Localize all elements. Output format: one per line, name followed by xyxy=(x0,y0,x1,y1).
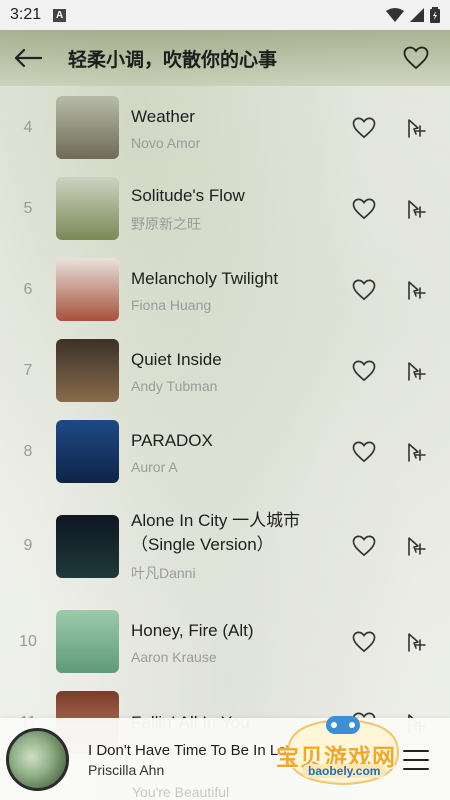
add-to-queue-button[interactable] xyxy=(402,195,430,223)
song-info: Honey, Fire (Alt) Aaron Krause xyxy=(131,619,351,665)
song-cover xyxy=(56,96,119,159)
add-to-queue-button[interactable] xyxy=(402,114,430,142)
song-cover xyxy=(56,258,119,321)
battery-icon xyxy=(430,7,440,23)
page-title: 轻柔小调，吹散你的心事 xyxy=(68,48,278,71)
song-artist: Novo Amor xyxy=(131,134,201,151)
now-playing-cover[interactable] xyxy=(6,728,69,791)
add-to-queue-button[interactable] xyxy=(402,438,430,466)
song-row[interactable]: 10 Honey, Fire (Alt) Aaron Krause xyxy=(0,610,450,673)
like-song-button[interactable] xyxy=(350,357,378,385)
song-cover xyxy=(56,420,119,483)
arrow-left-icon xyxy=(14,48,42,68)
like-song-button[interactable] xyxy=(350,532,378,560)
like-song-button[interactable] xyxy=(350,195,378,223)
song-index: 6 xyxy=(23,280,33,298)
song-title: Solitude's Flow xyxy=(131,185,245,205)
song-row[interactable]: 4 Weather Novo Amor xyxy=(0,96,450,159)
song-actions xyxy=(350,114,430,142)
song-info: Melancholy Twilight Fiona Huang xyxy=(131,267,351,313)
now-playing-artist: Priscilla Ahn xyxy=(88,762,165,778)
heart-icon xyxy=(352,279,376,300)
song-actions xyxy=(350,532,430,560)
song-actions xyxy=(350,628,430,656)
song-row[interactable]: 5 Solitude's Flow 野原新之旺 xyxy=(0,177,450,240)
song-title: Quiet Inside xyxy=(131,349,222,369)
add-to-queue-icon xyxy=(408,199,426,219)
heart-icon xyxy=(352,441,376,462)
heart-icon xyxy=(352,198,376,219)
add-to-queue-icon xyxy=(408,442,426,462)
like-song-button[interactable] xyxy=(350,628,378,656)
add-to-queue-button[interactable] xyxy=(402,357,430,385)
playlist-header: 轻柔小调，吹散你的心事 xyxy=(0,30,450,86)
song-artist: Fiona Huang xyxy=(131,296,212,313)
status-bar: 3:21 A xyxy=(0,0,450,30)
song-actions xyxy=(350,357,430,385)
next-song-preview: You're Beautiful xyxy=(132,784,230,800)
song-cover xyxy=(56,339,119,402)
song-cover xyxy=(56,514,119,578)
song-artist: Aaron Krause xyxy=(131,648,217,665)
add-to-queue-icon xyxy=(408,361,426,381)
heart-icon xyxy=(352,535,376,557)
song-info: Weather Novo Amor xyxy=(131,105,351,151)
song-index: 7 xyxy=(23,361,33,379)
song-artist: Auror A xyxy=(131,458,178,475)
song-title: PARADOX xyxy=(131,430,213,450)
song-title: Melancholy Twilight xyxy=(131,268,279,288)
add-to-queue-icon xyxy=(408,632,426,652)
add-to-queue-icon xyxy=(408,280,426,300)
song-row[interactable]: 6 Melancholy Twilight Fiona Huang xyxy=(0,258,450,321)
song-actions xyxy=(350,438,430,466)
song-cover xyxy=(56,610,119,673)
song-index: 4 xyxy=(23,118,33,136)
like-playlist-button[interactable] xyxy=(388,30,444,86)
song-index: 10 xyxy=(19,632,37,650)
watermark-url: baobely.com xyxy=(302,764,387,778)
heart-icon xyxy=(352,360,376,381)
song-info: PARADOX Auror A xyxy=(131,429,351,475)
like-song-button[interactable] xyxy=(350,114,378,142)
add-to-queue-icon xyxy=(408,537,426,556)
like-song-button[interactable] xyxy=(350,438,378,466)
song-row[interactable]: 8 PARADOX Auror A xyxy=(0,420,450,483)
add-to-queue-button[interactable] xyxy=(402,628,430,656)
heart-icon xyxy=(403,46,429,70)
wifi-icon xyxy=(386,8,404,22)
signal-icon xyxy=(410,8,424,22)
song-info: Solitude's Flow 野原新之旺 xyxy=(131,184,351,234)
back-button[interactable] xyxy=(0,30,56,86)
song-actions xyxy=(350,195,430,223)
song-actions xyxy=(350,276,430,304)
song-row[interactable]: 7 Quiet Inside Andy Tubman xyxy=(0,339,450,402)
song-info: Alone In City 一人城市 （Single Version） 叶凡Dan… xyxy=(131,509,351,583)
notification-a-icon: A xyxy=(53,8,67,22)
song-index: 8 xyxy=(23,442,33,460)
song-cover xyxy=(56,177,119,240)
add-to-queue-icon xyxy=(408,118,426,138)
song-title: Weather xyxy=(131,106,195,126)
like-song-button[interactable] xyxy=(350,276,378,304)
song-title: Alone In City 一人城市 （Single Version） xyxy=(131,511,301,554)
watermark: 宝贝游戏网 baobely.com xyxy=(268,712,418,792)
status-time: 3:21 xyxy=(10,6,42,23)
song-artist: Andy Tubman xyxy=(131,377,218,394)
song-row[interactable]: 9 Alone In City 一人城市 （Single Version） 叶凡Da… xyxy=(0,501,450,591)
heart-icon xyxy=(352,117,376,138)
add-to-queue-button[interactable] xyxy=(402,532,430,560)
add-to-queue-button[interactable] xyxy=(402,276,430,304)
song-index: 5 xyxy=(23,199,33,217)
heart-icon xyxy=(352,631,376,652)
song-artist: 野原新之旺 xyxy=(131,215,201,232)
song-index: 9 xyxy=(23,537,33,554)
song-artist: 叶凡Danni xyxy=(131,565,196,581)
song-title: Honey, Fire (Alt) xyxy=(131,620,254,640)
song-info: Quiet Inside Andy Tubman xyxy=(131,348,351,394)
